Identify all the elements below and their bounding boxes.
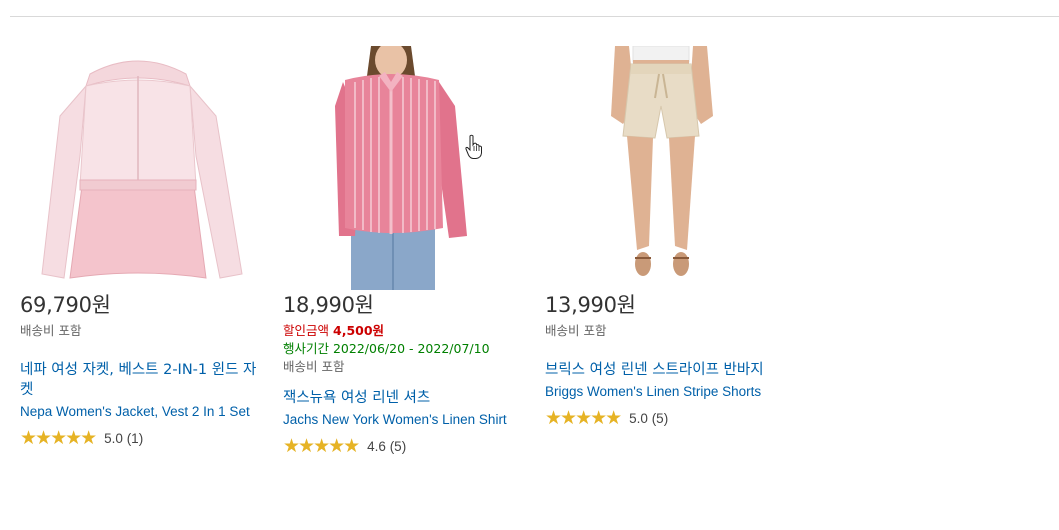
product-rating: ★★★★★ 5.0 (5) [545, 408, 795, 428]
promotion-period: 행사기간 2022/06/20 - 2022/07/10 [283, 341, 490, 356]
product-price: 13,990원 [545, 293, 636, 317]
rating-value: 5.0 (1) [104, 430, 144, 446]
product-image-shorts[interactable] [545, 46, 775, 290]
top-divider [10, 16, 1059, 17]
product-card[interactable]: 18,990원 할인금액 4,500원 행사기간 2022/06/20 - 20… [283, 46, 533, 456]
hand-cursor-icon [465, 134, 482, 159]
product-name-korean[interactable]: 잭스뉴욕 여성 리넨 셔츠 [283, 388, 528, 408]
product-rating: ★★★★★ 4.6 (5) [283, 436, 533, 456]
star-rating-icon: ★★★★★ [545, 407, 622, 429]
discount-amount: 4,500원 [333, 323, 385, 338]
product-name-english[interactable]: Briggs Women's Linen Stripe Shorts [545, 382, 795, 402]
star-rating-icon: ★★★★★ [20, 427, 97, 449]
product-rating: ★★★★★ 5.0 (1) [20, 428, 270, 448]
product-card[interactable]: 13,990원 배송비 포함 브릭스 여성 린넨 스트라이프 반바지 Brigg… [545, 46, 795, 428]
star-rating-icon: ★★★★★ [283, 435, 360, 457]
discount-label: 할인금액 [283, 323, 330, 338]
product-image-shirt[interactable] [283, 46, 468, 290]
product-name-korean[interactable]: 브릭스 여성 린넨 스트라이프 반바지 [545, 360, 790, 380]
shipping-info: 배송비 포함 [283, 359, 345, 374]
rating-value: 5.0 (5) [629, 410, 669, 426]
product-card[interactable]: 69,790원 배송비 포함 네파 여성 자켓, 베스트 2-IN-1 윈드 자… [20, 46, 270, 448]
product-name-english[interactable]: Jachs New York Women's Linen Shirt [283, 410, 533, 430]
rating-value: 4.6 (5) [367, 438, 407, 454]
product-price: 18,990원 [283, 293, 374, 317]
product-name-korean[interactable]: 네파 여성 자켓, 베스트 2-IN-1 윈드 자켓 [20, 360, 265, 400]
product-image-jacket[interactable] [20, 46, 250, 290]
shipping-info: 배송비 포함 [545, 323, 607, 338]
product-price: 69,790원 [20, 293, 111, 317]
product-name-english[interactable]: Nepa Women's Jacket, Vest 2 In 1 Set [20, 402, 270, 422]
discount-info: 할인금액 4,500원 [283, 322, 533, 340]
shipping-info: 배송비 포함 [20, 323, 82, 338]
